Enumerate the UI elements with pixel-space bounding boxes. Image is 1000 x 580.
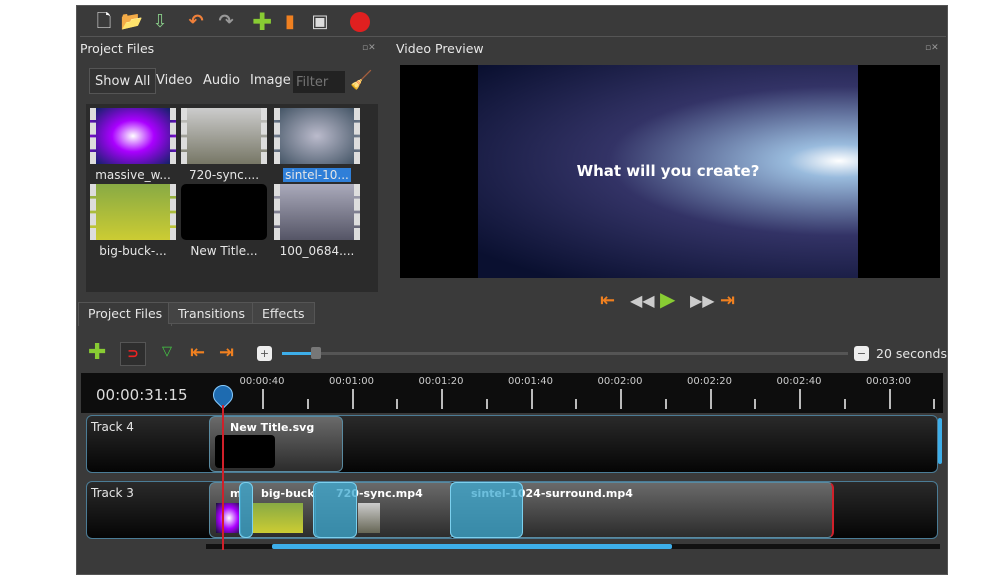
tab-transitions[interactable]: Transitions: [168, 302, 255, 324]
fullscreen-icon[interactable]: ▣: [308, 11, 332, 33]
zoom-out-icon[interactable]: −: [854, 346, 869, 361]
project-files-grid: massive_w... 720-sync.... sintel-10... b…: [86, 104, 378, 292]
clear-filter-broom-icon[interactable]: 🧹: [350, 70, 372, 91]
timeline-clip[interactable]: New Title.svg: [209, 416, 343, 472]
add-track-icon[interactable]: ✚: [88, 340, 106, 365]
file-name: 720-sync....: [188, 168, 260, 182]
ruler-tick: [396, 399, 399, 409]
file-name: big-buck-...: [99, 244, 167, 258]
filter-input[interactable]: [293, 71, 345, 93]
jump-end-icon[interactable]: ⇥: [720, 290, 735, 311]
file-item[interactable]: sintel-10...: [274, 108, 360, 182]
ruler-tick: [306, 399, 309, 409]
ruler-tick: [530, 389, 533, 409]
ruler-label: 00:03:00: [866, 376, 911, 387]
ruler-label: 00:01:20: [418, 376, 464, 387]
ruler-label: 00:00:40: [239, 376, 285, 387]
file-name: 100_0684....: [279, 244, 355, 258]
file-name: massive_w...: [95, 168, 171, 182]
file-item[interactable]: massive_w...: [90, 108, 176, 182]
file-item[interactable]: big-buck-...: [90, 184, 176, 258]
ruler-tick: [351, 389, 354, 409]
file-name: New Title...: [190, 244, 258, 258]
open-project-icon[interactable]: 📂: [120, 11, 144, 33]
zoom-level-label: 20 seconds: [876, 346, 947, 361]
clip-thumbnail: [215, 435, 275, 468]
dock-close-icon[interactable]: ▫✕: [362, 43, 376, 53]
zoom-slider-handle[interactable]: [310, 347, 321, 359]
tab-project-files[interactable]: Project Files: [78, 302, 173, 326]
ruler-tick: [620, 389, 622, 409]
play-icon[interactable]: ▶: [660, 287, 675, 311]
ruler-tick: [441, 389, 443, 409]
ruler-tick: [799, 389, 801, 409]
track-name: Track 3: [91, 486, 134, 500]
transition[interactable]: [313, 482, 357, 538]
file-item[interactable]: 720-sync....: [181, 108, 267, 182]
dock-close-icon[interactable]: ▫✕: [925, 43, 939, 53]
video-preview: What will you create?: [400, 65, 940, 278]
filter-video[interactable]: Video: [151, 68, 197, 94]
file-item[interactable]: New Title...: [181, 184, 267, 258]
main-toolbar: 🗋 📂 ⇩ ↶ ↷ ✚ ▮ ▣: [80, 5, 946, 37]
zoom-in-icon[interactable]: +: [257, 346, 272, 361]
ruler-label: 00:02:20: [687, 376, 732, 387]
jump-start-icon[interactable]: ⇤: [600, 290, 615, 311]
fast-forward-icon[interactable]: ▶▶: [690, 291, 715, 310]
filter-image[interactable]: Image: [245, 68, 296, 94]
ruler-tick: [575, 399, 578, 409]
ruler-tick: [664, 399, 667, 409]
vertical-scrollbar[interactable]: [938, 418, 942, 464]
preview-overlay-text: What will you create?: [576, 162, 760, 180]
ruler-label: 00:01:00: [329, 376, 374, 387]
horizontal-scrollbar[interactable]: [206, 544, 940, 549]
transition[interactable]: [239, 482, 253, 538]
horizontal-scrollbar-thumb[interactable]: [272, 544, 672, 549]
profile-icon[interactable]: ▮: [278, 11, 302, 33]
timeline-ruler[interactable]: 00:00:31:15 00:00:40 00:01:00 00:01:20 00:0…: [81, 373, 943, 413]
playhead-line: [222, 405, 224, 550]
snapping-toggle-icon[interactable]: ⊃: [120, 342, 146, 366]
next-marker-icon[interactable]: ⇥: [219, 342, 234, 363]
ruler-label: 00:02:00: [597, 376, 643, 387]
ruler-tick: [485, 399, 488, 409]
ruler-label: 00:02:40: [776, 376, 822, 387]
ruler-tick: [709, 389, 712, 409]
new-project-icon[interactable]: 🗋: [92, 11, 116, 33]
clip-name: New Title.svg: [230, 421, 315, 434]
previous-marker-icon[interactable]: ⇤: [190, 342, 205, 363]
video-preview-title: Video Preview: [396, 41, 484, 56]
project-files-title: Project Files: [80, 41, 155, 56]
add-marker-icon[interactable]: ▽: [162, 344, 172, 359]
track-name: Track 4: [91, 420, 134, 434]
rewind-icon[interactable]: ◀◀: [630, 291, 655, 310]
clip-name: big-buck-: [261, 487, 320, 500]
filter-show-all[interactable]: Show All: [89, 68, 157, 94]
filter-audio[interactable]: Audio: [198, 68, 245, 94]
import-files-icon[interactable]: ✚: [250, 10, 274, 34]
export-video-icon[interactable]: [350, 12, 370, 32]
ruler-tick: [933, 399, 936, 409]
ruler-tick: [888, 389, 891, 409]
tab-effects[interactable]: Effects: [252, 302, 315, 324]
redo-icon[interactable]: ↷: [214, 11, 238, 33]
ruler-tick: [843, 399, 846, 409]
transition[interactable]: [450, 482, 523, 538]
ruler-tick: [754, 399, 757, 409]
ruler-tick: [262, 389, 264, 409]
save-project-icon[interactable]: ⇩: [148, 11, 172, 33]
undo-icon[interactable]: ↶: [184, 11, 208, 33]
file-item[interactable]: 100_0684....: [274, 184, 360, 258]
zoom-slider[interactable]: [282, 347, 848, 359]
ruler-label: 00:01:40: [508, 376, 553, 387]
file-name: sintel-10...: [283, 168, 351, 182]
